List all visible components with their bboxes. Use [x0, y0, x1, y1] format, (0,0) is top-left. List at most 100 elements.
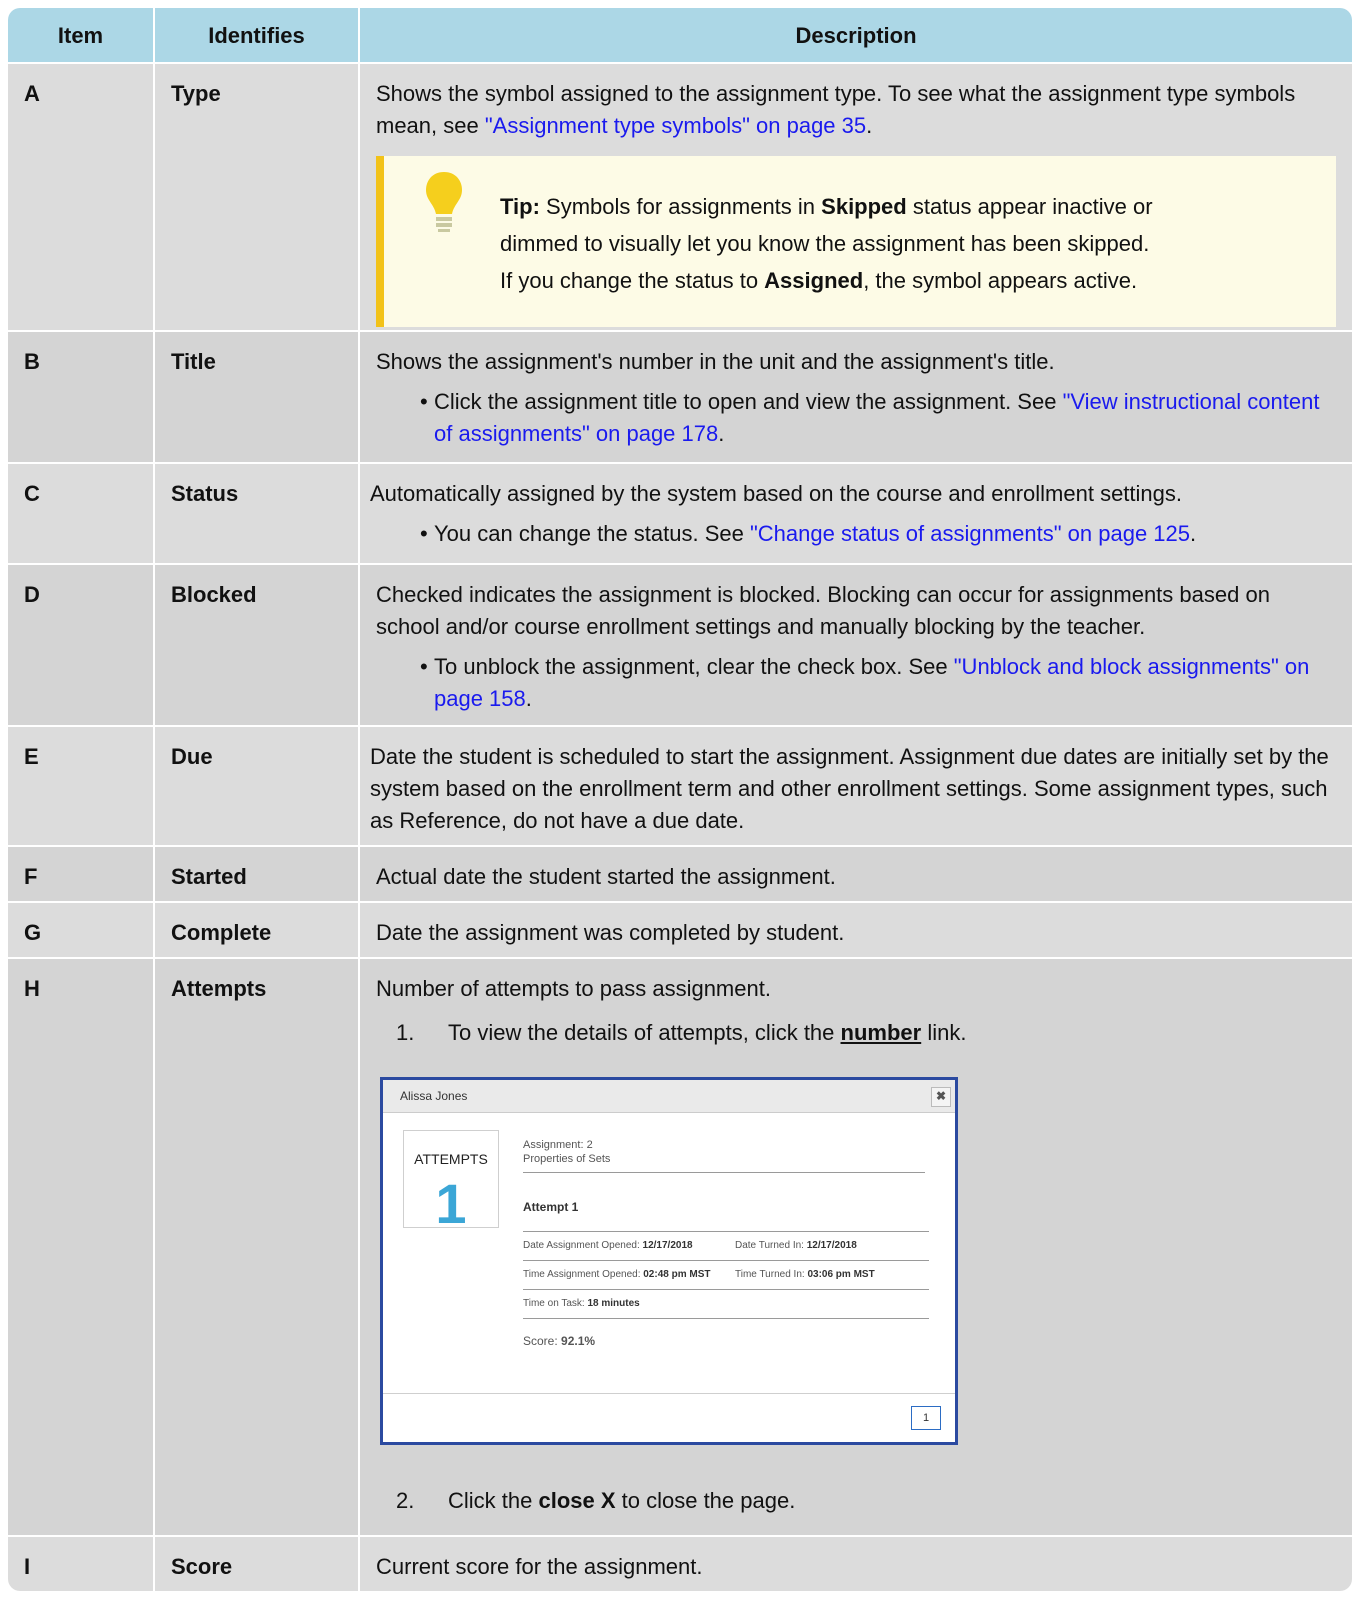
- item-letter: H: [8, 959, 155, 1535]
- identifies-label: Attempts: [155, 959, 360, 1535]
- header-description: Description: [360, 8, 1352, 62]
- date-row: Date Assignment Opened: 12/17/2018 Date …: [523, 1232, 929, 1261]
- step-text: To view the details of attempts, click t…: [448, 1020, 841, 1045]
- bullet-text: To unblock the assignment, clear the che…: [434, 654, 954, 679]
- table-row-e: E Due Date the student is scheduled to s…: [8, 725, 1352, 845]
- description-text: Automatically assigned by the system bas…: [370, 481, 1183, 506]
- description-cell: Automatically assigned by the system bas…: [360, 464, 1352, 563]
- identifies-label: Started: [155, 847, 360, 901]
- attempts-count: 1: [435, 1172, 467, 1235]
- identifies-label: Blocked: [155, 565, 360, 725]
- assignment-type-symbols-link[interactable]: "Assignment type symbols" on page 35: [485, 113, 866, 138]
- dialog-footer: 1: [383, 1393, 955, 1442]
- identifies-label: Complete: [155, 903, 360, 957]
- score-value: 92.1%: [561, 1334, 596, 1348]
- step-number: 1.: [396, 1020, 415, 1045]
- time-opened-value: 02:48 pm MST: [643, 1269, 711, 1280]
- attempts-dialog: Alissa Jones ✖ ATTEMPTS 1 Assignment: 2 …: [380, 1077, 958, 1445]
- date-opened-value: 12/17/2018: [642, 1240, 693, 1251]
- item-letter: B: [8, 332, 155, 462]
- description-cell: Shows the symbol assigned to the assignm…: [360, 64, 1352, 330]
- table-row-f: F Started Actual date the student starte…: [8, 845, 1352, 901]
- description-cell: Actual date the student started the assi…: [360, 847, 1352, 901]
- identifies-label: Type: [155, 64, 360, 330]
- tip-text: Tip: Symbols for assignments in Skipped …: [500, 188, 1153, 299]
- attempt-heading: Attempt 1: [523, 1191, 929, 1232]
- description-cell: Current score for the assignment.: [360, 1537, 1352, 1591]
- score-row: Score: 92.1%: [523, 1325, 929, 1357]
- item-letter: E: [8, 727, 155, 845]
- item-letter: G: [8, 903, 155, 957]
- dialog-title: Alissa Jones: [400, 1089, 468, 1103]
- item-letter: I: [8, 1537, 155, 1591]
- step-1: 1. To view the details of attempts, clic…: [376, 1017, 1336, 1049]
- tip-text-1: Symbols for assignments in: [539, 194, 822, 219]
- item-letter: C: [8, 464, 155, 563]
- step-text: Click the: [448, 1488, 539, 1513]
- time-opened-label: Time Assignment Opened:: [523, 1269, 641, 1280]
- number-link[interactable]: number: [841, 1020, 922, 1045]
- description-cell: Date the student is scheduled to start t…: [360, 727, 1352, 845]
- step-text-end: to close the page.: [615, 1488, 796, 1513]
- assignment-info: Assignment: 2 Properties of Sets: [523, 1138, 925, 1173]
- bullet-text: Click the assignment title to open and v…: [434, 389, 1063, 414]
- description-cell: Number of attempts to pass assignment. 1…: [360, 959, 1352, 1535]
- tip-text-2: status appear inactive or: [906, 194, 1153, 219]
- tip-box: Tip: Symbols for assignments in Skipped …: [376, 156, 1336, 327]
- time-on-task-row: Time on Task: 18 minutes: [523, 1290, 929, 1319]
- time-on-task-value: 18 minutes: [587, 1298, 640, 1309]
- assignment-number: Assignment: 2: [523, 1139, 593, 1151]
- time-row: Time Assignment Opened: 02:48 pm MST Tim…: [523, 1261, 929, 1290]
- description-cell: Checked indicates the assignment is bloc…: [360, 565, 1352, 725]
- bullet-dot-icon: •: [420, 654, 428, 679]
- bullet-list: • Click the assignment title to open and …: [376, 386, 1336, 450]
- identifies-label: Due: [155, 727, 360, 845]
- list-item: • Click the assignment title to open and …: [420, 386, 1336, 450]
- tip-text-3: dimmed to visually let you know the assi…: [500, 231, 1150, 256]
- description-cell: Shows the assignment's number in the uni…: [360, 332, 1352, 462]
- header-item: Item: [8, 8, 155, 62]
- description-text: Number of attempts to pass assignment.: [376, 976, 771, 1001]
- item-letter: D: [8, 565, 155, 725]
- description-text: Checked indicates the assignment is bloc…: [376, 582, 1270, 639]
- attempts-label: ATTEMPTS: [414, 1151, 488, 1167]
- item-letter: A: [8, 64, 155, 330]
- dialog-header: Alissa Jones ✖: [383, 1080, 955, 1113]
- bullet-list: • You can change the status. See "Change …: [370, 518, 1336, 550]
- identifies-label: Status: [155, 464, 360, 563]
- reference-table: Item Identifies Description A Type Shows…: [8, 8, 1352, 1591]
- lightbulb-icon: [400, 166, 500, 299]
- item-letter: F: [8, 847, 155, 901]
- table-row-h: H Attempts Number of attempts to pass as…: [8, 957, 1352, 1535]
- tip-skipped: Skipped: [821, 194, 907, 219]
- tip-label: Tip:: [500, 194, 540, 219]
- header-identifies: Identifies: [155, 8, 360, 62]
- description-text: Shows the assignment's number in the uni…: [376, 349, 1055, 374]
- assignment-name: Properties of Sets: [523, 1153, 611, 1165]
- date-opened-label: Date Assignment Opened:: [523, 1240, 640, 1251]
- close-x-label: close X: [538, 1488, 616, 1513]
- time-turned-value: 03:06 pm MST: [807, 1269, 875, 1280]
- table-row-d: D Blocked Checked indicates the assignme…: [8, 563, 1352, 725]
- attempt-details: Assignment: 2 Properties of Sets Attempt…: [523, 1138, 929, 1357]
- tip-text-5: , the symbol appears active.: [863, 268, 1138, 293]
- tip-assigned: Assigned: [764, 268, 864, 293]
- page-button[interactable]: 1: [911, 1406, 941, 1430]
- list-item: • To unblock the assignment, clear the ch…: [420, 651, 1336, 715]
- bullet-list: • To unblock the assignment, clear the ch…: [376, 651, 1336, 715]
- change-status-link[interactable]: "Change status of assignments" on page 1…: [750, 521, 1190, 546]
- close-icon[interactable]: ✖: [931, 1087, 951, 1107]
- attempts-counter: ATTEMPTS 1: [403, 1130, 499, 1235]
- date-turned-label: Date Turned In:: [735, 1240, 804, 1251]
- tip-text-4: If you change the status to: [500, 268, 765, 293]
- time-on-task-label: Time on Task:: [523, 1298, 585, 1309]
- date-turned-value: 12/17/2018: [806, 1240, 857, 1251]
- table-header: Item Identifies Description: [8, 8, 1352, 62]
- step-number: 2.: [396, 1488, 415, 1513]
- list-item: • You can change the status. See "Change …: [420, 518, 1336, 550]
- description-cell: Date the assignment was completed by stu…: [360, 903, 1352, 957]
- bullet-text: You can change the status. See: [434, 521, 750, 546]
- step-2: 2. Click the close X to close the page.: [376, 1485, 1336, 1517]
- table-row-i: I Score Current score for the assignment…: [8, 1535, 1352, 1591]
- time-turned-label: Time Turned In:: [735, 1269, 805, 1280]
